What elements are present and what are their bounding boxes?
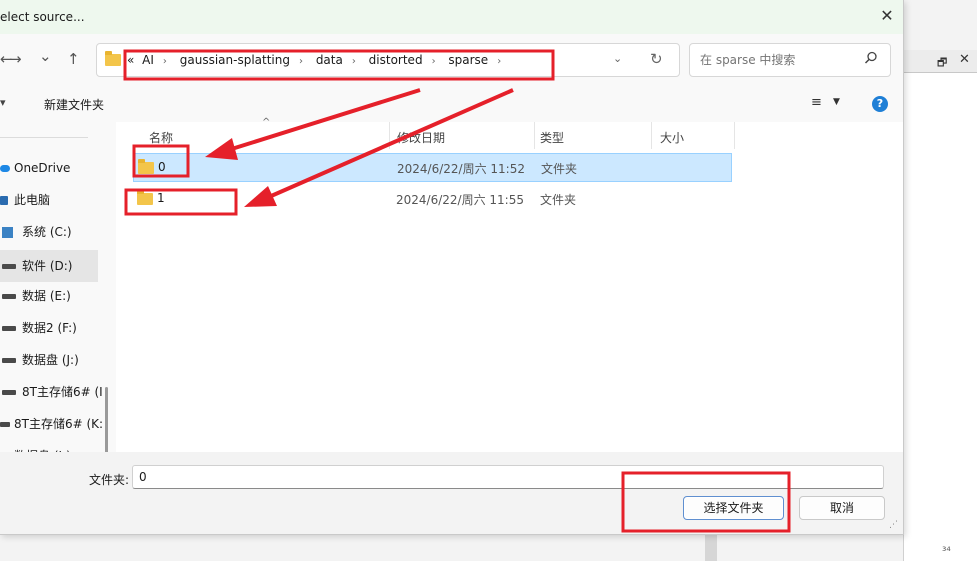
address-dropdown-icon[interactable]: ⌄ <box>613 52 622 65</box>
sidebar-scrollbar[interactable] <box>105 387 108 452</box>
breadcrumb-data[interactable]: data <box>316 53 343 67</box>
windows-drive-icon <box>2 227 13 238</box>
breadcrumb-sparse[interactable]: sparse <box>448 53 488 67</box>
drive-icon <box>2 358 16 363</box>
folder-icon <box>138 159 154 174</box>
resize-grip-icon[interactable]: ⋰ <box>889 520 898 530</box>
breadcrumb-overflow[interactable]: « <box>127 53 134 67</box>
sidebar-item-drive-k[interactable]: 8T主存储6# (K: <box>0 410 103 438</box>
background-close-icon[interactable]: ✕ <box>959 52 970 67</box>
breadcrumb-separator-icon[interactable]: › <box>299 56 303 67</box>
folder-name-input[interactable] <box>132 465 884 489</box>
close-icon[interactable]: ✕ <box>876 5 898 27</box>
refresh-icon[interactable]: ↻ <box>650 50 663 68</box>
sidebar-item-label: 8T主存储6# (I <box>22 385 103 399</box>
breadcrumb-separator-icon[interactable]: › <box>432 56 436 67</box>
sidebar-item-drive-c[interactable]: 系统 (C:) <box>0 218 98 246</box>
column-separator[interactable] <box>389 122 390 149</box>
file-modified: 2024/6/22/周六 11:55 <box>396 193 524 207</box>
address-bar[interactable]: « AI › gaussian-splatting › data › distorte… <box>96 43 680 77</box>
column-header-name[interactable]: 名称 <box>149 127 173 149</box>
view-dropdown-icon[interactable]: ▼ <box>833 97 840 107</box>
column-header-modified[interactable]: 修改日期 <box>397 127 445 149</box>
sidebar-item-label: 系统 (C:) <box>22 225 72 239</box>
drive-icon <box>2 390 16 395</box>
background-window: 🗗 ✕ <box>903 50 977 561</box>
sidebar-divider <box>0 137 88 138</box>
search-icon[interactable] <box>864 51 878 65</box>
onedrive-icon <box>0 165 10 172</box>
column-separator[interactable] <box>734 122 735 149</box>
drive-icon <box>2 326 16 331</box>
drive-icon <box>2 294 16 299</box>
file-name: 1 <box>157 191 165 205</box>
folder-label: 文件夹: <box>89 473 130 487</box>
file-name: 0 <box>158 160 166 174</box>
sidebar-item-this-pc[interactable]: 此电脑 <box>0 186 98 214</box>
breadcrumb: « AI › gaussian-splatting › data › distorte… <box>127 53 510 67</box>
sidebar-item-label: 8T主存储6# (K: <box>14 417 104 431</box>
help-icon[interactable]: ? <box>872 96 888 112</box>
breadcrumb-ai[interactable]: AI <box>142 53 154 67</box>
up-icon[interactable]: ↑ <box>67 50 80 68</box>
dialog-footer: 文件夹: 选择文件夹 取消 <box>0 452 903 534</box>
sidebar-item-label: 数据 (E:) <box>22 289 71 303</box>
select-folder-button[interactable]: 选择文件夹 <box>683 496 784 520</box>
file-type: 文件夹 <box>541 162 578 176</box>
dialog-titlebar: elect source... ✕ <box>0 0 903 34</box>
sidebar-item-label: 此电脑 <box>14 193 51 207</box>
corner-glyph: ₃₄ <box>942 541 951 554</box>
forward-icon[interactable]: → <box>9 50 22 68</box>
sidebar-item-drive-j[interactable]: 数据盘 (J:) <box>0 346 98 374</box>
navigation-pane: OneDrive 此电脑 系统 (C:) 软件 (D:) 数据 (E:) 数据2… <box>0 122 112 452</box>
file-row-0[interactable]: 0 2024/6/22/周六 11:52 文件夹 <box>133 153 732 182</box>
dialog-title: elect source... <box>0 10 85 24</box>
sort-ascending-icon: ^ <box>262 117 271 128</box>
breadcrumb-separator-icon[interactable]: › <box>497 56 501 67</box>
sidebar-item-onedrive[interactable]: OneDrive <box>0 154 98 182</box>
file-list: ^ 名称 修改日期 类型 大小 0 2024/6/22/周六 11:52 文件夹… <box>116 117 903 452</box>
background-window-titlebar: 🗗 ✕ <box>904 50 977 73</box>
cancel-button[interactable]: 取消 <box>799 496 885 520</box>
restore-icon[interactable]: 🗗 <box>937 54 947 73</box>
background-strip <box>705 534 717 561</box>
toolbar: ▾ 新建文件夹 ≡ ▼ <box>0 86 903 122</box>
recent-locations-icon[interactable]: ⌄ <box>39 47 52 65</box>
select-source-dialog: elect source... ✕ ← → ⌄ ↑ « AI › gaussian… <box>0 0 904 535</box>
file-type: 文件夹 <box>540 193 577 207</box>
drive-icon <box>0 422 10 427</box>
column-header-size[interactable]: 大小 <box>660 127 684 149</box>
column-header-type[interactable]: 类型 <box>540 127 564 149</box>
breadcrumb-separator-icon[interactable]: › <box>163 56 167 67</box>
breadcrumb-separator-icon[interactable]: › <box>352 56 356 67</box>
file-modified: 2024/6/22/周六 11:52 <box>397 162 525 176</box>
organize-dropdown-icon[interactable]: ▾ <box>0 96 6 109</box>
sidebar-item-label: 软件 (D:) <box>22 259 73 273</box>
breadcrumb-gaussian-splatting[interactable]: gaussian-splatting <box>180 53 290 67</box>
drive-icon <box>2 264 16 269</box>
sidebar-item-drive-d[interactable]: 软件 (D:) <box>0 250 98 282</box>
new-folder-button[interactable]: 新建文件夹 <box>44 96 104 113</box>
file-row-1[interactable]: 1 2024/6/22/周六 11:55 文件夹 <box>133 185 730 212</box>
column-separator[interactable] <box>534 122 535 149</box>
column-separator[interactable] <box>651 122 652 149</box>
view-options-icon[interactable]: ≡ <box>811 95 822 110</box>
search-input[interactable] <box>698 50 862 70</box>
sidebar-item-drive-f[interactable]: 数据2 (F:) <box>0 314 98 342</box>
sidebar-item-drive-i[interactable]: 8T主存储6# (I <box>0 378 103 406</box>
folder-icon <box>105 51 121 66</box>
breadcrumb-distorted[interactable]: distorted <box>369 53 423 67</box>
search-box[interactable] <box>689 43 891 77</box>
sidebar-item-label: OneDrive <box>14 161 71 175</box>
folder-icon <box>137 190 153 205</box>
sidebar-item-drive-j-2[interactable]: 数据盘 (J:) <box>0 442 98 452</box>
sidebar-item-drive-e[interactable]: 数据 (E:) <box>0 282 98 310</box>
sidebar-item-label: 数据盘 (J:) <box>14 442 71 452</box>
sidebar-item-label: 数据盘 (J:) <box>22 353 79 367</box>
sidebar-item-label: 数据2 (F:) <box>22 321 77 335</box>
this-pc-icon <box>0 196 8 205</box>
